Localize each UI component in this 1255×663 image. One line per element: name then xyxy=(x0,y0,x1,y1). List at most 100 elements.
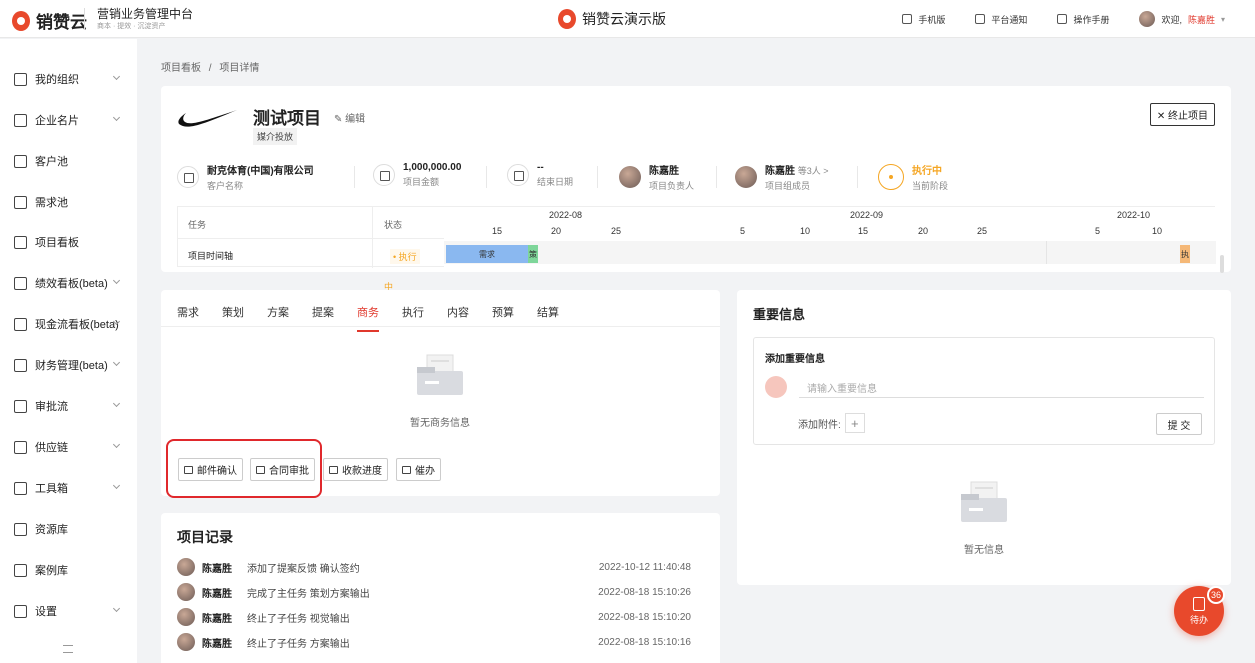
sidebar-item-label: 现金流看板(beta) xyxy=(35,319,119,331)
sidebar-item-label: 我的组织 xyxy=(35,74,79,86)
sidebar-item[interactable]: 我的组织 xyxy=(0,64,137,94)
member-count: 等3人 > xyxy=(797,166,829,176)
record-user: 陈嘉胜 xyxy=(202,613,232,625)
gantt-timeline[interactable]: 2022-08 2022-09 2022-10 15 20 25 5 10 15… xyxy=(444,207,1216,268)
amount-label: 项目金额 xyxy=(403,177,440,187)
record-row: 陈嘉胜 终止了子任务 视觉输出 2022-08-18 15:10:20 xyxy=(177,608,707,626)
add-important-box: 添加重要信息 请输入重要信息 添加附件: + 提 交 xyxy=(753,337,1215,445)
tab-item[interactable]: 提案 xyxy=(312,304,334,332)
tab-item[interactable]: 执行 xyxy=(402,304,424,332)
client-name: 耐克体育(中国)有限公司 xyxy=(207,166,314,177)
mobile-link[interactable]: 手机版 xyxy=(902,13,945,26)
record-date: 2022-08-18 15:10:20 xyxy=(598,611,691,623)
sidebar-item[interactable]: 设置 xyxy=(0,596,137,626)
submit-button[interactable]: 提 交 xyxy=(1156,413,1202,435)
empty-box-icon xyxy=(417,354,463,395)
stop-project-button[interactable]: ✕ 终止项目 xyxy=(1149,103,1215,126)
project-timeline-gantt: 任务 状态 项目时间轴 • 执行 2022-08 2022-09 2022-10… xyxy=(177,206,1216,268)
tab-item[interactable]: 内容 xyxy=(447,304,469,332)
gantt-day-tick: 5 xyxy=(1095,226,1101,236)
user-menu[interactable]: 欢迎, 陈嘉胜 ▾ xyxy=(1139,11,1225,27)
payment-progress-label: 收款进度 xyxy=(342,466,382,477)
stamp-icon xyxy=(14,399,27,413)
gantt-scrollbar[interactable] xyxy=(1220,255,1224,273)
business-empty-text: 暂无商务信息 xyxy=(410,418,470,429)
meta-divider xyxy=(857,166,858,188)
tab-item[interactable]: 策划 xyxy=(222,304,244,332)
gantt-row-task: 项目时间轴 xyxy=(188,251,234,261)
avatar xyxy=(1139,11,1156,27)
topbar-actions: 手机版 平台通知 操作手册 欢迎, 陈嘉胜 ▾ xyxy=(902,11,1225,27)
meta-divider xyxy=(486,166,487,188)
sidebar-item[interactable]: 现金流看板(beta) xyxy=(0,309,137,339)
system-subtitle: 商本 · 提效 · 沉淀资产 xyxy=(97,23,166,30)
payment-progress-button[interactable]: 收款进度 xyxy=(323,458,388,481)
pencil-icon: ✎ xyxy=(334,114,346,125)
tab-item[interactable]: 方案 xyxy=(267,304,289,332)
breadcrumb-parent[interactable]: 项目看板 xyxy=(161,63,201,74)
gantt-month-label: 2022-08 xyxy=(549,210,583,220)
sidebar-item[interactable]: 案例库 xyxy=(0,555,137,585)
sidebar-item-label: 设置 xyxy=(35,606,57,618)
sidebar-item[interactable]: 工具箱 xyxy=(0,473,137,503)
sidebar-item[interactable]: 项目看板 xyxy=(0,227,137,257)
add-attachment-button[interactable]: + xyxy=(844,413,865,433)
stage-label: 当前阶段 xyxy=(912,181,949,191)
brand-logo[interactable]: 销赞云 xyxy=(12,8,87,33)
gantt-row-track xyxy=(444,241,1216,264)
sidebar-item[interactable]: 企业名片 xyxy=(0,105,137,135)
meta-divider xyxy=(716,166,717,188)
gantt-day-tick: 10 xyxy=(1152,226,1163,236)
member-name: 陈嘉胜 xyxy=(765,166,795,177)
avatar xyxy=(765,376,787,398)
gantt-bar-plan[interactable]: 策 xyxy=(528,245,538,263)
sidebar-item[interactable]: 财务管理(beta) xyxy=(0,350,137,380)
tab-item[interactable]: 预算 xyxy=(492,304,514,332)
notice-link[interactable]: 平台通知 xyxy=(975,13,1027,26)
meta-amount: 1,000,000.00 项目金额 xyxy=(373,162,461,188)
sidebar-item[interactable]: 绩效看板(beta) xyxy=(0,268,137,298)
meta-members[interactable]: 陈嘉胜 等3人 > 项目组成员 xyxy=(735,162,829,192)
record-user: 陈嘉胜 xyxy=(202,638,232,650)
tab-item[interactable]: 需求 xyxy=(177,304,199,332)
record-text: 终止了子任务 视觉输出 xyxy=(247,613,350,625)
record-text: 终止了子任务 方案输出 xyxy=(247,638,350,650)
book-icon xyxy=(1057,14,1068,24)
record-user: 陈嘉胜 xyxy=(202,563,232,575)
gantt-bar-need[interactable]: 需求 xyxy=(446,245,528,263)
username: 陈嘉胜 xyxy=(1187,14,1215,25)
manual-link[interactable]: 操作手册 xyxy=(1057,13,1109,26)
record-date: 2022-10-12 11:40:48 xyxy=(598,561,691,573)
tab-item[interactable]: 商务 xyxy=(357,304,379,332)
gantt-col-divider xyxy=(372,207,373,268)
tab-item[interactable]: 结算 xyxy=(537,304,559,332)
sidebar-item-label: 需求池 xyxy=(35,197,68,209)
remind-button[interactable]: 催办 xyxy=(396,458,441,481)
sidebar-item[interactable]: 资源库 xyxy=(0,514,137,544)
stop-label: 终止项目 xyxy=(1168,111,1208,122)
gantt-day-tick: 20 xyxy=(918,226,929,236)
sidebar-item[interactable]: 需求池 xyxy=(0,187,137,217)
phone-icon xyxy=(902,14,913,24)
gantt-month-label: 2022-10 xyxy=(1117,210,1151,220)
record-row: 陈嘉胜 终止了子任务 方案输出 2022-08-18 15:10:16 xyxy=(177,633,707,651)
tenant-title-text: 销赞云演示版 xyxy=(582,11,666,27)
sidebar-item[interactable]: 供应链 xyxy=(0,432,137,462)
gantt-bar-exec[interactable]: 执 xyxy=(1180,245,1190,263)
sidebar-item-label: 项目看板 xyxy=(35,237,79,249)
important-input[interactable]: 请输入重要信息 xyxy=(799,376,1204,398)
org-icon xyxy=(14,72,27,86)
collapse-menu-icon[interactable] xyxy=(63,645,73,653)
building-icon xyxy=(14,113,27,127)
breadcrumb-current: 项目详情 xyxy=(219,63,260,74)
edit-button[interactable]: ✎ 编辑 xyxy=(334,110,365,125)
amount-value: 1,000,000.00 xyxy=(403,162,462,173)
sidebar-item[interactable]: 审批流 xyxy=(0,391,137,421)
gantt-header-left xyxy=(178,207,444,239)
breadcrumb: 项目看板 / 项目详情 xyxy=(161,59,259,74)
topbar-divider xyxy=(84,8,85,30)
bell-icon xyxy=(402,465,411,474)
sidebar-item[interactable]: 客户池 xyxy=(0,146,137,176)
wallet-icon xyxy=(14,358,27,372)
add-important-title: 添加重要信息 xyxy=(765,354,825,365)
